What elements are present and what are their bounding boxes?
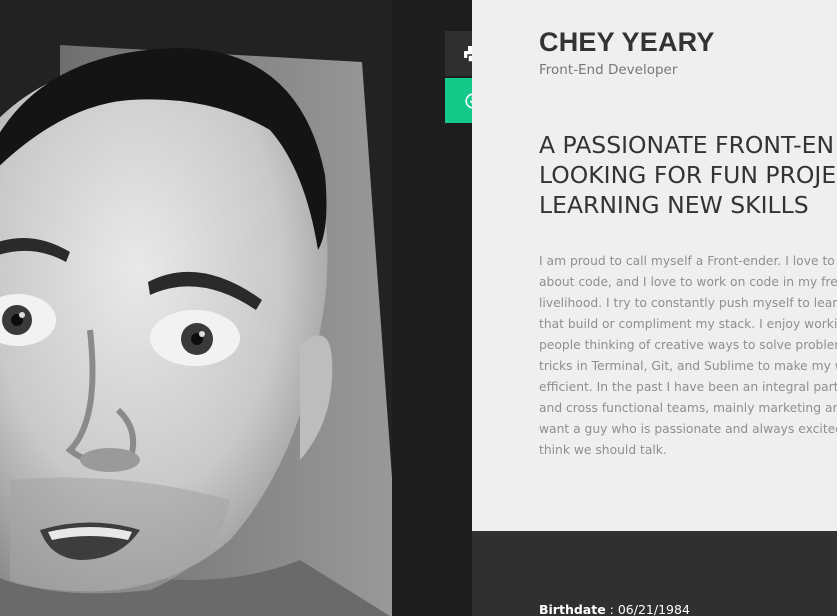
resume-content: CHEY YEARY Front-End Developer A PASSION… bbox=[472, 0, 837, 531]
bio-line: tricks in Terminal, Git, and Sublime to … bbox=[539, 359, 837, 373]
profile-role: Front-End Developer bbox=[539, 62, 678, 78]
bio-line: livelihood. I try to constantly push mys… bbox=[539, 296, 837, 310]
portrait-image bbox=[0, 0, 472, 616]
headline-line: LEARNING NEW SKILLS bbox=[539, 191, 809, 219]
headline-line: A PASSIONATE FRONT-EN bbox=[539, 131, 835, 159]
bio-line: want a guy who is passionate and always … bbox=[539, 422, 837, 436]
bio-line: about code, and I love to work on code i… bbox=[539, 275, 837, 289]
birthdate-label: Birthdate bbox=[539, 602, 606, 616]
headline-line: LOOKING FOR FUN PROJE bbox=[539, 161, 837, 189]
profile-photo bbox=[0, 0, 472, 616]
profile-name: CHEY YEARY bbox=[539, 27, 715, 57]
birthdate-value: : 06/21/1984 bbox=[605, 602, 690, 616]
birthdate-row: Birthdate : 06/21/1984 bbox=[539, 602, 690, 616]
bio-line: efficient. In the past I have been an in… bbox=[539, 380, 837, 394]
bio-line: people thinking of creative ways to solv… bbox=[539, 338, 837, 352]
bio-line: that build or compliment my stack. I enj… bbox=[539, 317, 837, 331]
bio-line: I am proud to call myself a Front-ender.… bbox=[539, 254, 837, 268]
headline: A PASSIONATE FRONT-EN LOOKING FOR FUN PR… bbox=[539, 130, 837, 220]
details-section: Birthdate : 06/21/1984 bbox=[472, 531, 837, 616]
bio-line: think we should talk. bbox=[539, 443, 667, 457]
bio-line: and cross functional teams, mainly marke… bbox=[539, 401, 837, 415]
bio-paragraph: I am proud to call myself a Front-ender.… bbox=[539, 251, 837, 461]
